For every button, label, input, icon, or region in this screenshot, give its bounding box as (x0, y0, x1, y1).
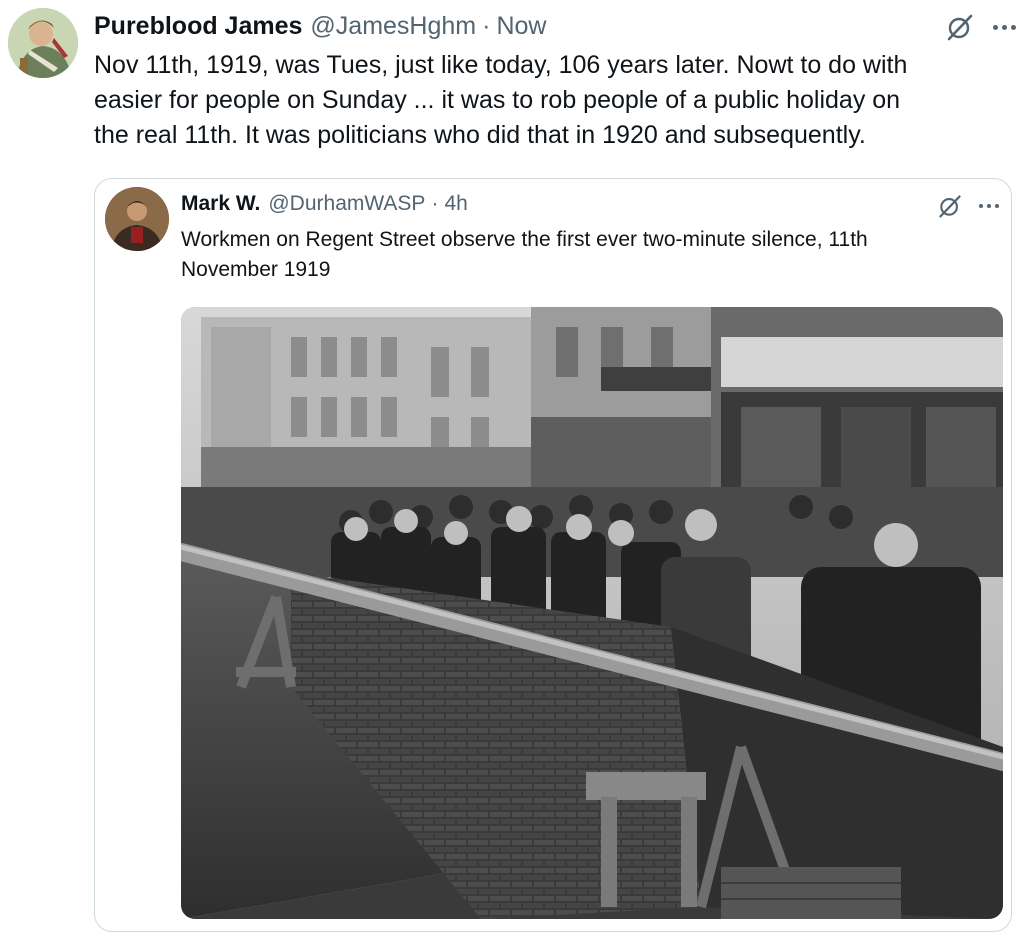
tweet-header: Pureblood James @JamesHghm · Now (94, 8, 546, 44)
quoted-text-line: November 1919 (181, 258, 331, 281)
quoted-display-name[interactable]: Mark W. (181, 192, 260, 216)
quoted-avatar[interactable] (105, 187, 169, 251)
quoted-separator: · (431, 192, 439, 215)
tweet-text-line: Nov 11th, 1919, was Tues, just like toda… (94, 51, 908, 79)
quoted-handle[interactable]: @DurhamWASP (268, 192, 425, 216)
quoted-timestamp[interactable]: 4h (444, 192, 467, 216)
grok-icon[interactable] (945, 12, 975, 42)
tweet-actions (945, 12, 1016, 42)
more-icon[interactable] (979, 191, 999, 221)
street-photo-illustration (181, 307, 1003, 919)
tweet[interactable]: Pureblood James @JamesHghm · Now Nov 11t… (0, 0, 1024, 944)
tweet-text-line: easier for people on Sunday ... it was t… (94, 86, 901, 114)
avatar[interactable] (8, 8, 78, 78)
quoted-tweet[interactable]: Mark W. @DurhamWASP · 4h Workmen on Rege… (94, 178, 1012, 932)
avatar-illustration (8, 8, 78, 78)
more-icon[interactable] (993, 12, 1016, 42)
quoted-actions (937, 191, 999, 221)
handle[interactable]: @JamesHghm (310, 12, 476, 41)
quoted-avatar-illustration (105, 187, 169, 251)
quoted-text-line: Workmen on Regent Street observe the fir… (181, 228, 868, 251)
quoted-header: Mark W. @DurhamWASP · 4h (181, 189, 468, 219)
timestamp[interactable]: Now (496, 12, 546, 41)
tweet-text: Nov 11th, 1919, was Tues, just like toda… (94, 48, 1004, 153)
tweet-text-line: the real 11th. It was politicians who di… (94, 121, 866, 149)
separator: · (482, 11, 491, 40)
quoted-photo[interactable] (181, 307, 1003, 919)
quoted-text: Workmen on Regent Street observe the fir… (181, 225, 1001, 285)
grok-icon[interactable] (937, 193, 963, 219)
display-name[interactable]: Pureblood James (94, 12, 302, 41)
